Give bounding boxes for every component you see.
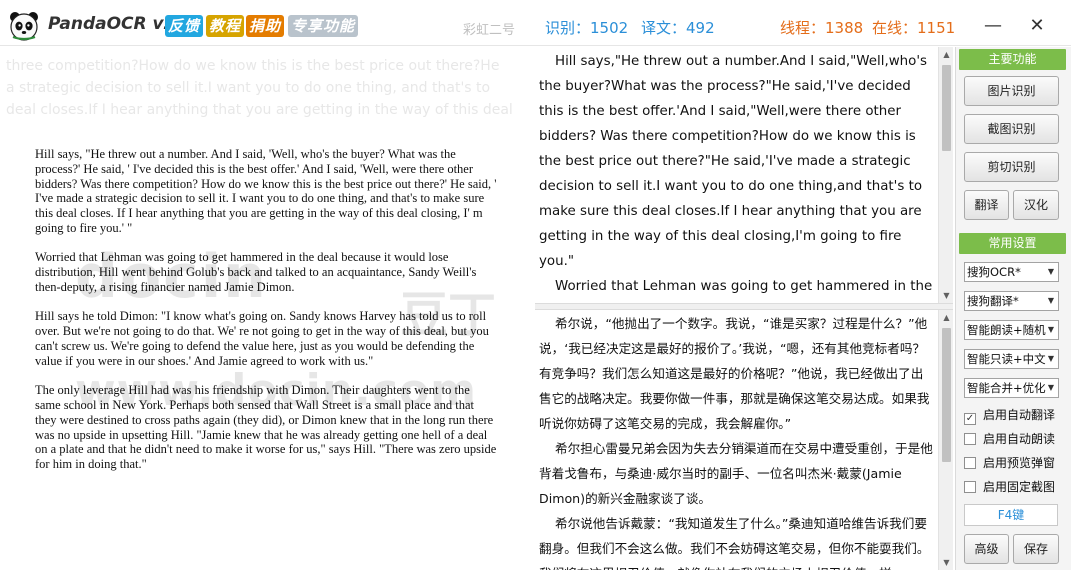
checkbox-label: 启用预览弹窗 — [983, 456, 1056, 470]
merge-mode-select[interactable]: 智能合并+优化 ▼ — [964, 378, 1059, 398]
ghost-line: deal closes.If I hear anything that you … — [6, 102, 513, 118]
save-button[interactable]: 保存 — [1013, 534, 1059, 564]
recognize-count: 识别：1502 — [545, 19, 629, 37]
chevron-down-icon: ▼ — [1046, 321, 1056, 339]
read-mode-select[interactable]: 智能朗读+随机 ▼ — [964, 320, 1059, 340]
translate-button[interactable]: 翻译 — [964, 190, 1009, 220]
close-button[interactable]: ✕ — [1022, 12, 1052, 40]
scroll-thumb[interactable] — [942, 328, 951, 462]
read-only-select[interactable]: 智能只读+中文 ▼ — [964, 349, 1059, 369]
doc-paragraph: Hill says he told Dimon: "I know what's … — [35, 309, 489, 368]
ghost-line: a strategic decision to sell it.I want y… — [6, 80, 491, 96]
image-ocr-button[interactable]: 图片识别 — [964, 76, 1059, 106]
minimize-button[interactable]: — — [978, 12, 1008, 40]
preview-popup-checkbox[interactable]: 启用预览弹窗 — [964, 454, 1055, 472]
hotkey-field[interactable]: F4键 — [964, 504, 1058, 526]
localize-button[interactable]: 汉化 — [1013, 190, 1059, 220]
auto-read-checkbox[interactable]: 启用自动朗读 — [964, 430, 1055, 448]
chevron-down-icon: ▼ — [1046, 263, 1056, 281]
chevron-down-icon: ▼ — [1046, 379, 1056, 397]
feedback-button[interactable]: 反馈 — [165, 15, 204, 37]
scroll-up-icon[interactable]: ▲ — [939, 310, 954, 325]
ocr-engine-value: 搜狗OCR* — [967, 265, 1021, 279]
read-only-value: 智能只读+中文 — [967, 352, 1046, 366]
document-background: three competition?How do we know this is… — [0, 47, 532, 570]
chevron-down-icon: ▼ — [1046, 292, 1056, 310]
translation-paragraph: 希尔说他告诉戴蒙：“我知道发生了什么。”桑迪知道哈维告诉我们要翻身。但我们不会这… — [539, 516, 930, 570]
translation-paragraph: 希尔说，“他抛出了一个数字。我说，“谁是买家？过程是什么？”他说，‘我已经决定这… — [539, 316, 930, 431]
advanced-button[interactable]: 高级 — [964, 534, 1009, 564]
panda-logo-icon — [10, 12, 38, 41]
scroll-down-icon[interactable]: ▼ — [939, 555, 954, 570]
doc-paragraph: Hill says, "He threw out a number. And I… — [35, 147, 497, 235]
auto-translate-checkbox[interactable]: ✓ 启用自动翻译 — [964, 406, 1056, 425]
scroll-up-icon[interactable]: ▲ — [939, 47, 954, 62]
translate-engine-value: 搜狗翻译* — [967, 294, 1019, 308]
doc-paragraph: Worried that Lehman was going to get ham… — [35, 250, 477, 294]
checkbox-label: 启用自动翻译 — [983, 408, 1056, 422]
ocr-paragraph: Worried that Lehman was going to get ham… — [555, 279, 933, 294]
online-count: 在线：1151 — [872, 19, 956, 37]
function-sidebar: 主要功能 图片识别 截图识别 剪切识别 翻译 汉化 常用设置 搜狗OCR* ▼ 搜… — [955, 47, 1071, 570]
translation-paragraph: 希尔担心雷曼兄弟会因为失去分销渠道而在交易中遭受重创，于是他背着戈鲁布，与桑迪·… — [539, 441, 933, 506]
chevron-down-icon: ▼ — [1046, 350, 1056, 368]
unchecked-box-icon[interactable] — [964, 481, 976, 493]
scroll-thumb[interactable] — [942, 65, 951, 151]
scroll-down-icon[interactable]: ▼ — [939, 288, 954, 303]
ocr-engine-select[interactable]: 搜狗OCR* ▼ — [964, 262, 1059, 282]
translate-engine-select[interactable]: 搜狗翻译* ▼ — [964, 291, 1059, 311]
translation-scrollbar[interactable]: ▲ ▼ — [938, 310, 953, 570]
translation-textarea[interactable]: 希尔说，“他抛出了一个数字。我说，“谁是买家？过程是什么？”他说，‘我已经决定这… — [535, 310, 938, 570]
clipboard-ocr-button[interactable]: 剪切识别 — [964, 152, 1059, 182]
ocr-result-textarea[interactable]: Hill says,"He threw out a number.And I s… — [535, 47, 938, 303]
settings-header: 常用设置 — [959, 233, 1066, 254]
translate-count: 译文：492 — [641, 19, 715, 37]
checkbox-label: 启用固定截图 — [983, 480, 1056, 494]
merge-mode-value: 智能合并+优化 — [967, 381, 1046, 395]
document-text: Hill says, "He threw out a number. And I… — [35, 147, 497, 487]
pane-splitter[interactable] — [535, 303, 953, 310]
doc-paragraph: The only leverage Hill had was his frien… — [35, 383, 497, 472]
ocr-paragraph: Hill says,"He threw out a number.And I s… — [539, 54, 927, 269]
vip-features-button[interactable]: 专享功能 — [288, 15, 359, 37]
tutorial-button[interactable]: 教程 — [206, 15, 245, 37]
fixed-screenshot-checkbox[interactable]: 启用固定截图 — [964, 478, 1055, 496]
ghost-text: three competition?How do we know this is… — [6, 55, 530, 121]
donate-button[interactable]: 捐助 — [246, 15, 285, 37]
screenshot-ocr-button[interactable]: 截图识别 — [964, 114, 1059, 144]
checkbox-label: 启用自动朗读 — [983, 432, 1056, 446]
thread-count: 线程：1388 — [780, 19, 864, 37]
read-mode-value: 智能朗读+随机 — [967, 323, 1046, 337]
main-functions-header: 主要功能 — [959, 49, 1066, 70]
unchecked-box-icon[interactable] — [964, 433, 976, 445]
checkmark-icon[interactable]: ✓ — [964, 413, 976, 425]
skin-name[interactable]: 彩虹二号 — [463, 19, 515, 38]
ocr-scrollbar[interactable]: ▲ ▼ — [938, 47, 953, 303]
unchecked-box-icon[interactable] — [964, 457, 976, 469]
title-bar: PandaOCR v2.6 反馈 教程 捐助 专享功能 彩虹二号 识别：1502… — [0, 0, 1071, 46]
panda-ocr-window: PandaOCR v2.6 反馈 教程 捐助 专享功能 彩虹二号 识别：1502… — [0, 0, 1071, 570]
ghost-line: three competition?How do we know this is… — [6, 58, 500, 74]
